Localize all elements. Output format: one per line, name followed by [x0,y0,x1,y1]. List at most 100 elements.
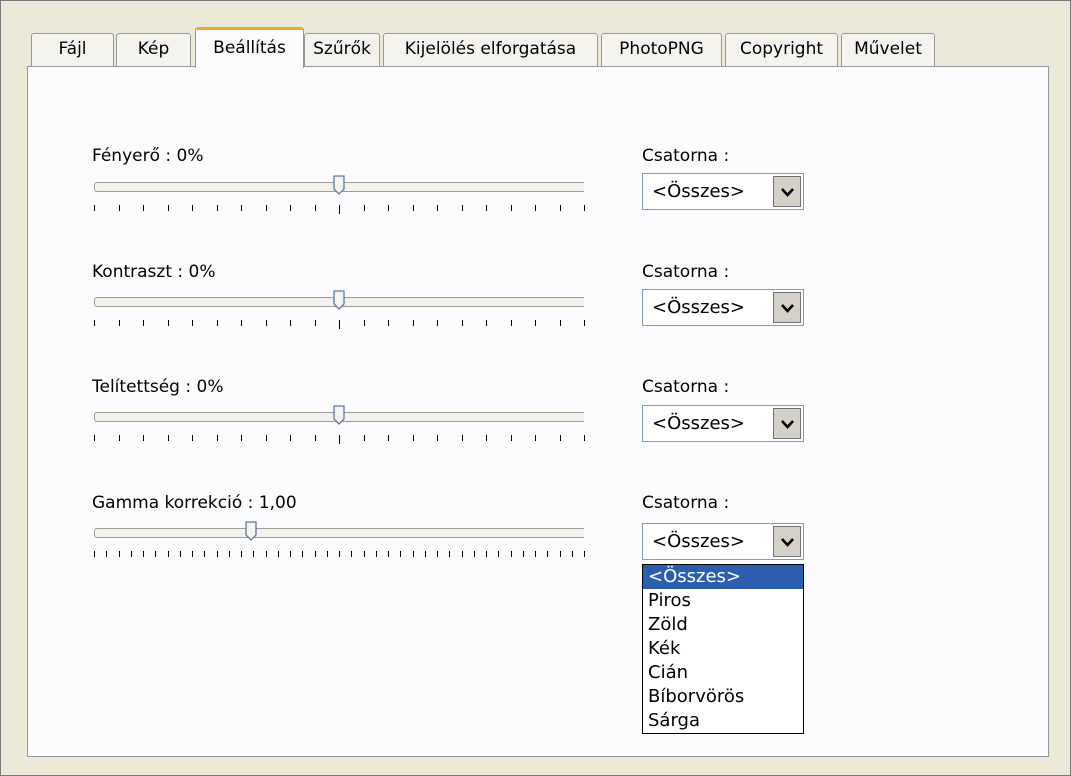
slider-tick [216,205,218,211]
contrast-channel-label: Csatorna : [642,262,730,282]
brightness-channel-select[interactable]: <Összes> [642,173,804,210]
slider-tick [388,320,389,326]
slider-tick [363,551,365,557]
slider-tick [192,551,193,557]
slider-tick [179,551,181,557]
slider-tick [535,435,536,441]
slider-tick [412,320,414,326]
slider-tick [375,551,377,557]
slider-tick [143,320,144,326]
gamma-channel-label: Csatorna : [642,493,730,513]
slider-tick [363,435,365,441]
slider-tick [363,205,365,211]
slider-tick [449,551,451,557]
brightness-slider-ticks [94,205,588,214]
slider-tick [535,320,536,326]
tab-beallitas[interactable]: Beállítás [195,27,304,68]
slider-tick [290,205,291,211]
slider-tick [535,205,536,211]
slider-tick [106,551,108,557]
slider-tick [559,551,561,557]
slider-tick [486,551,487,557]
slider-tick [118,320,120,326]
slider-tick [314,551,316,557]
slider-tick [510,435,512,441]
contrast-channel-select[interactable]: <Összes> [642,289,804,326]
channel-option-biborvoros[interactable]: Bíborvörös [643,685,803,709]
tab-muvelet[interactable]: Művelet [841,33,935,66]
slider-tick [473,551,475,557]
saturation-channel-select[interactable]: <Összes> [642,405,804,442]
tab-copyright[interactable]: Copyright [725,33,838,66]
chevron-down-icon [781,304,794,313]
tab-szurok[interactable]: Szűrők [304,33,380,66]
slider-tick [412,435,414,441]
channel-option-zold[interactable]: Zöld [643,613,803,637]
brightness-slider-thumb[interactable] [333,175,345,195]
tab-kep[interactable]: Kép [116,33,191,66]
slider-tick [167,205,169,211]
slider-tick [522,551,524,557]
contrast-label: Kontraszt : 0% [92,262,216,282]
channel-option-osszes[interactable]: <Összes> [643,565,803,589]
channel-option-sarga[interactable]: Sárga [643,709,803,733]
slider-tick [437,320,438,326]
slider-tick [241,435,242,441]
slider-tick [253,551,255,557]
slider-tick [437,551,438,557]
slider-tick [412,551,414,557]
slider-tick [339,551,340,557]
saturation-slider-thumb[interactable] [333,405,345,425]
tab-fajl[interactable]: Fájl [31,33,114,66]
slider-tick [228,551,230,557]
slider-tick [192,205,193,211]
channel-option-cian[interactable]: Cián [643,661,803,685]
saturation-label: Telítettség : 0% [92,377,224,397]
dropdown-button[interactable] [773,176,801,207]
slider-tick [167,435,169,441]
slider-tick [241,205,242,211]
slider-tick [290,551,291,557]
slider-tick [584,320,585,326]
slider-tick [290,320,291,326]
slider-tick [461,551,463,557]
gamma-slider-thumb[interactable] [245,521,257,541]
slider-thumb-icon [333,405,345,425]
slider-tick [412,205,414,211]
slider-tick [535,551,536,557]
tab-photopng[interactable]: PhotoPNG [601,33,722,66]
gamma-slider-track[interactable] [94,528,584,538]
slider-tick [559,205,561,211]
slider-tick [314,320,316,326]
brightness-channel-label: Csatorna : [642,146,730,166]
contrast-slider-thumb[interactable] [333,290,345,310]
slider-tick [265,320,267,326]
slider-tick [584,205,585,211]
tab-kijeloles-elforgatasa[interactable]: Kijelölés elforgatása [383,33,598,66]
slider-tick [339,205,340,214]
slider-tick [388,435,389,441]
slider-tick [510,320,512,326]
slider-tick [498,551,500,557]
slider-tick [241,320,242,326]
slider-tick [118,551,120,557]
slider-tick [388,205,389,211]
slider-tick [216,320,218,326]
channel-option-piros[interactable]: Piros [643,589,803,613]
slider-tick [486,320,487,326]
slider-tick [510,551,512,557]
slider-tick [486,205,487,211]
slider-tick [461,320,463,326]
channel-option-kek[interactable]: Kék [643,637,803,661]
brightness-label: Fényerő : 0% [92,146,204,166]
dropdown-button[interactable] [773,526,801,557]
slider-thumb-icon [245,521,257,541]
chevron-down-icon [781,188,794,197]
slider-tick [265,205,267,211]
dropdown-button[interactable] [773,292,801,323]
gamma-channel-select[interactable]: <Összes> [642,523,804,560]
slider-tick [216,435,218,441]
slider-thumb-icon [333,290,345,310]
dropdown-button[interactable] [773,408,801,439]
contrast-slider-ticks [94,320,588,329]
